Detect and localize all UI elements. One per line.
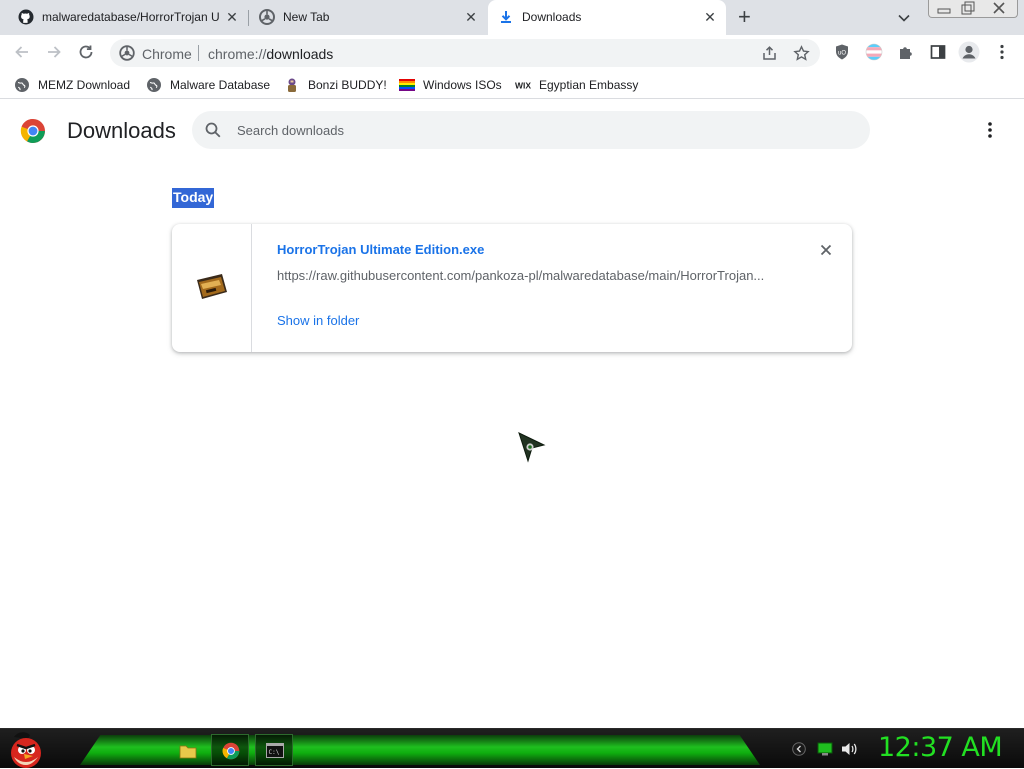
taskbar-cmd-button[interactable]: C:\: [255, 734, 293, 766]
show-in-folder-link[interactable]: Show in folder: [277, 313, 359, 328]
pride-extension-icon[interactable]: [865, 43, 883, 61]
download-item-card: HorrorTrojan Ultimate Edition.exe https:…: [172, 224, 852, 352]
downloads-page: Downloads Search downloads Today HorrorT…: [0, 100, 1024, 728]
bookmark-star-icon[interactable]: [793, 45, 810, 62]
bookmark-label: Windows ISOs: [423, 78, 502, 92]
close-tab-icon[interactable]: ✕: [224, 9, 240, 25]
side-panel-icon[interactable]: [929, 43, 947, 61]
svg-text:uO: uO: [838, 51, 846, 57]
globe-icon: [147, 78, 161, 92]
bookmark-label: MEMZ Download: [38, 78, 131, 92]
tab-github[interactable]: malwaredatabase/HorrorTrojan Ul ✕: [8, 0, 248, 35]
mouse-cursor-icon: [518, 432, 546, 463]
toolbar: Chrome chrome://downloads uO: [0, 35, 1024, 69]
tab-search-chevron-icon[interactable]: [897, 11, 911, 25]
start-button-angry-bird-icon[interactable]: [6, 729, 46, 769]
svg-text:C:\: C:\: [269, 749, 280, 756]
tab-label: Downloads: [522, 10, 582, 24]
bookmark-egyptian-embassy[interactable]: WIX Egyptian Embassy: [515, 76, 638, 94]
file-icon-column: [172, 224, 252, 352]
page-title: Downloads: [67, 118, 176, 143]
close-window-icon[interactable]: [987, 1, 1011, 16]
forward-arrow-icon[interactable]: [45, 43, 63, 61]
download-filename-link[interactable]: HorrorTrojan Ultimate Edition.exe: [277, 242, 484, 257]
share-icon[interactable]: [761, 45, 778, 62]
tab-downloads[interactable]: Downloads ✕: [488, 0, 726, 35]
folder-icon: [179, 745, 197, 759]
reload-icon[interactable]: [77, 43, 95, 61]
chrome-page-icon: [259, 9, 275, 25]
omnibox-separator: [198, 45, 199, 61]
url-scheme: chrome://: [208, 46, 267, 62]
bookmark-label: Egyptian Embassy: [539, 78, 639, 92]
rainbow-flag-icon: [399, 79, 415, 91]
bookmark-label: Malware Database: [170, 78, 271, 92]
restore-icon[interactable]: [957, 1, 979, 16]
search-downloads-field[interactable]: Search downloads: [192, 111, 870, 149]
taskbar-explorer-button[interactable]: [168, 734, 206, 766]
remove-from-list-icon[interactable]: [817, 241, 835, 259]
chrome-page-icon: [119, 45, 135, 61]
bookmarks-bar: MEMZ Download Malware Database Bonzi BUD…: [0, 69, 1024, 99]
new-tab-button[interactable]: +: [738, 6, 751, 28]
exe-file-icon: [197, 274, 227, 299]
date-section-header: Today: [172, 188, 215, 208]
url-text: chrome://downloads: [208, 46, 333, 62]
globe-icon: [15, 78, 29, 92]
more-actions-kebab-icon[interactable]: [980, 120, 1000, 140]
taskbar: C:\ 12:37 AM: [0, 728, 1024, 768]
bookmark-windows-isos[interactable]: Windows ISOs: [399, 76, 502, 94]
download-icon: [501, 11, 511, 23]
url-host: downloads: [266, 46, 334, 62]
tab-label: New Tab: [283, 10, 330, 24]
site-chip-label: Chrome: [142, 46, 192, 62]
search-icon: [205, 122, 221, 138]
tab-strip: malwaredatabase/HorrorTrojan Ul ✕ New Ta…: [0, 0, 1024, 35]
window-controls: [928, 0, 1018, 18]
tab-label: malwaredatabase/HorrorTrojan Ul: [42, 10, 220, 24]
chrome-logo-icon: [20, 118, 45, 143]
taskbar-clock[interactable]: 12:37 AM: [878, 732, 1003, 763]
network-monitor-icon[interactable]: [817, 741, 833, 757]
tab-new-tab[interactable]: New Tab ✕: [249, 0, 487, 35]
bonzi-icon: [288, 78, 296, 92]
profile-avatar-icon[interactable]: [958, 41, 980, 63]
extensions-puzzle-icon[interactable]: [897, 43, 915, 61]
svg-text:WIX: WIX: [515, 81, 531, 91]
back-arrow-icon[interactable]: [13, 43, 31, 61]
ublock-shield-icon[interactable]: uO: [833, 43, 851, 61]
minimize-icon[interactable]: [933, 1, 955, 16]
close-tab-icon[interactable]: ✕: [463, 9, 479, 25]
wix-icon: WIX: [515, 81, 531, 91]
bookmark-malware-database[interactable]: Malware Database: [146, 76, 270, 94]
bookmark-label: Bonzi BUDDY!: [308, 78, 387, 92]
address-bar[interactable]: Chrome chrome://downloads: [110, 39, 820, 67]
close-tab-icon[interactable]: ✕: [702, 9, 718, 25]
bookmark-bonzi-buddy[interactable]: Bonzi BUDDY!: [284, 76, 387, 94]
search-input[interactable]: Search downloads: [237, 123, 344, 138]
chrome-logo-icon: [222, 742, 240, 760]
bookmark-memz-download[interactable]: MEMZ Download: [14, 76, 130, 94]
command-prompt-icon: C:\: [266, 743, 284, 758]
download-source-url[interactable]: https://raw.githubusercontent.com/pankoz…: [277, 268, 782, 283]
github-icon: [18, 9, 34, 25]
chrome-menu-kebab-icon[interactable]: [993, 43, 1011, 61]
volume-icon[interactable]: [840, 741, 858, 757]
taskbar-chrome-button[interactable]: [211, 734, 249, 766]
show-hidden-icons-icon[interactable]: [792, 742, 806, 756]
